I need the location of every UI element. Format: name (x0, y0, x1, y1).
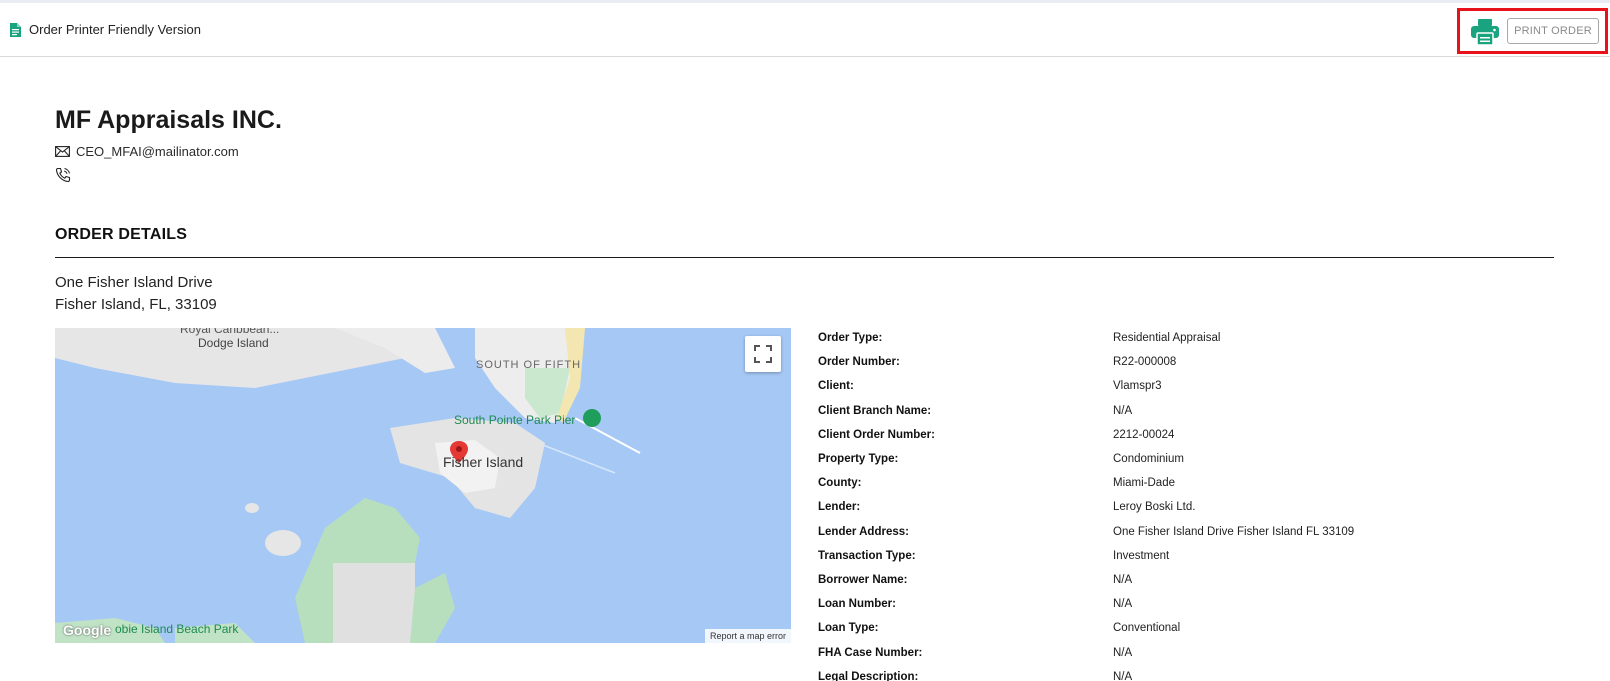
company-name: MF Appraisals INC. (55, 106, 282, 134)
detail-row: Loan Type: Conventional (818, 616, 1518, 640)
map-label-south-of-fifth: SOUTH OF FIFTH (476, 359, 582, 371)
detail-value: N/A (1113, 573, 1133, 586)
detail-value: Residential Appraisal (1113, 332, 1221, 345)
property-map[interactable]: Royal Caribbean... Dodge Island SOUTH OF… (55, 328, 791, 643)
detail-value: Miami-Dade (1113, 477, 1175, 490)
detail-value: N/A (1113, 646, 1133, 659)
detail-value: N/A (1113, 670, 1133, 681)
fullscreen-icon (754, 345, 772, 363)
phone-icon (55, 167, 71, 183)
detail-value: 2212-00024 (1113, 428, 1175, 441)
detail-value: R22-000008 (1113, 356, 1177, 369)
detail-value: Vlamspr3 (1113, 380, 1162, 393)
detail-value: N/A (1113, 598, 1133, 611)
detail-label: Loan Type: (818, 622, 879, 635)
detail-label: Borrower Name: (818, 573, 908, 586)
section-divider (55, 257, 1554, 258)
map-canvas[interactable] (55, 328, 791, 643)
google-logo: Google (63, 622, 112, 638)
printer-friendly-header: Order Printer Friendly Version (10, 22, 201, 37)
detail-row: Borrower Name: N/A (818, 568, 1518, 592)
detail-row: FHA Case Number: N/A (818, 640, 1518, 664)
company-email: CEO_MFAI@mailinator.com (76, 144, 239, 159)
detail-value: One Fisher Island Drive Fisher Island FL… (1113, 525, 1355, 538)
detail-row: County: Miami-Dade (818, 471, 1518, 495)
detail-label: Property Type: (818, 453, 899, 466)
envelope-icon (55, 146, 70, 157)
detail-row: Order Type: Residential Appraisal (818, 326, 1518, 350)
detail-label: Loan Number: (818, 598, 896, 611)
top-bar: Order Printer Friendly Version PRINT ORD… (0, 3, 1610, 57)
detail-label: FHA Case Number: (818, 646, 923, 659)
detail-label: Legal Description: (818, 670, 919, 681)
detail-value: Leroy Boski Ltd. (1113, 501, 1196, 514)
order-details-list: Order Type: Residential Appraisal Order Nu… (818, 326, 1518, 681)
detail-label: Order Number: (818, 356, 900, 369)
detail-row: Property Type: Condominium (818, 447, 1518, 471)
company-phone-row (55, 167, 71, 188)
detail-row: Legal Description: N/A (818, 665, 1518, 681)
map-fullscreen-button[interactable] (745, 336, 781, 372)
detail-label: Lender: (818, 501, 861, 514)
map-label-beach-park: obie Island Beach Park (115, 622, 239, 636)
detail-label: Transaction Type: (818, 549, 916, 562)
print-order-button[interactable]: PRINT ORDER (1507, 18, 1599, 44)
detail-row: Client Order Number: 2212-00024 (818, 423, 1518, 447)
detail-value: N/A (1113, 404, 1133, 417)
map-label-dodge: Dodge Island (198, 336, 269, 350)
detail-label: Client: (818, 380, 854, 393)
detail-row: Client: Vlamspr3 (818, 374, 1518, 398)
detail-row: Client Branch Name: N/A (818, 399, 1518, 423)
page-title: Order Printer Friendly Version (29, 22, 201, 37)
detail-label: County: (818, 477, 862, 490)
map-label-royal: Royal Caribbean... (180, 328, 280, 336)
map-label-pier: South Pointe Park Pier (454, 413, 576, 427)
detail-label: Client Branch Name: (818, 404, 932, 417)
detail-value: Investment (1113, 549, 1170, 562)
detail-value: Conventional (1113, 622, 1181, 635)
detail-row: Transaction Type: Investment (818, 544, 1518, 568)
detail-row: Loan Number: N/A (818, 592, 1518, 616)
detail-label: Order Type: (818, 332, 883, 345)
printer-icon[interactable] (1470, 18, 1500, 46)
map-label-fisher-island: Fisher Island (443, 454, 524, 470)
detail-label: Client Order Number: (818, 428, 935, 441)
detail-label: Lender Address: (818, 525, 909, 538)
detail-row: Order Number: R22-000008 (818, 350, 1518, 374)
report-map-error-link[interactable]: Report a map error (704, 629, 791, 643)
company-email-row: CEO_MFAI@mailinator.com (55, 144, 239, 159)
detail-row: Lender: Leroy Boski Ltd. (818, 495, 1518, 519)
order-details-heading: ORDER DETAILS (55, 226, 188, 243)
detail-row: Lender Address: One Fisher Island Drive F… (818, 520, 1518, 544)
property-address-line1: One Fisher Island Drive (55, 274, 213, 291)
print-actions-highlight: PRINT ORDER (1457, 8, 1608, 54)
detail-value: Condominium (1113, 453, 1184, 466)
document-icon (10, 22, 21, 37)
property-address-line2: Fisher Island, FL, 33109 (55, 296, 217, 313)
